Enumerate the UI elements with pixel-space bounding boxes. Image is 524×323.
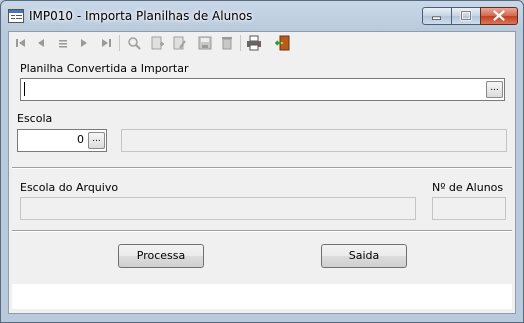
next-record-icon[interactable] [76,35,92,51]
minimize-icon [432,16,441,20]
save-icon[interactable] [197,35,213,51]
edit-record-icon[interactable] [171,35,187,51]
print-icon[interactable] [246,35,262,51]
close-button[interactable] [480,7,518,25]
text-caret [24,82,25,96]
previous-record-icon[interactable] [33,35,49,51]
browse-file-button[interactable]: ... [486,81,503,98]
first-record-icon[interactable] [13,35,29,51]
status-bar [12,284,512,309]
escola-arquivo-field [20,197,416,220]
title-bar[interactable]: IMP010 - Importa Planilhas de Alunos [1,1,523,31]
escola-name-field [121,129,507,152]
processa-button[interactable]: Processa [118,244,204,268]
toolbar [9,32,515,54]
form-window-icon [8,9,24,23]
planilha-file-input[interactable]: ... [20,78,505,101]
delete-icon[interactable] [219,35,235,51]
last-record-icon[interactable] [98,35,114,51]
divider [12,167,512,169]
close-icon [493,10,505,21]
form-body: Planilha Convertida a Importar ... Escol… [8,31,516,314]
maximize-icon [460,10,472,21]
toolbar-separator [240,35,241,51]
escola-label: Escola [17,112,53,125]
maximize-button[interactable] [451,7,481,25]
minimize-button[interactable] [422,7,452,25]
num-alunos-label: Nº de Alunos [432,181,504,194]
escola-arquivo-label: Escola do Arquivo [20,181,119,194]
app-window: IMP010 - Importa Planilhas de Alunos Pla… [0,0,524,323]
window-title: IMP010 - Importa Planilhas de Alunos [29,9,253,23]
escola-lookup-button[interactable]: ... [88,132,105,149]
list-icon[interactable] [55,35,71,51]
saida-button[interactable]: Saida [321,244,407,268]
divider [12,230,512,232]
escola-code-input[interactable]: 0 ... [17,129,107,152]
new-record-icon[interactable] [149,35,165,51]
num-alunos-field [432,197,506,220]
planilha-label: Planilha Convertida a Importar [20,62,189,75]
toolbar-separator [119,35,120,51]
search-icon[interactable] [126,35,142,51]
exit-door-icon[interactable] [275,35,291,51]
